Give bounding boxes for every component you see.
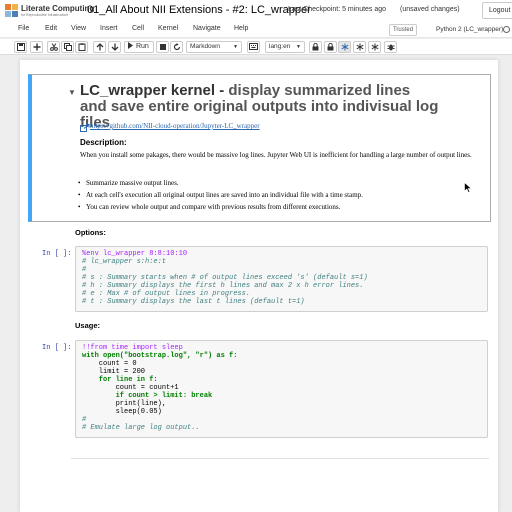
notebook-container: ▼ LC_wrapper kernel - display summarized…	[20, 60, 498, 512]
code-line: # e : Max # of output lines in progress.	[82, 290, 251, 298]
logo-name: Literate Computing	[21, 4, 95, 13]
lock-icon	[327, 43, 334, 51]
move-up-button[interactable]	[93, 41, 106, 53]
menu-insert[interactable]: Insert	[100, 25, 118, 32]
save-icon	[16, 43, 25, 51]
code-line: if count > limit: break	[82, 392, 213, 400]
insert-cell-button[interactable]	[30, 41, 43, 53]
save-button[interactable]	[14, 41, 27, 53]
collapse-triangle-icon[interactable]: ▼	[68, 88, 76, 97]
debug-button[interactable]	[384, 41, 397, 53]
bug-icon	[387, 44, 394, 51]
code-line: # t : Summary displays the last t lines …	[82, 298, 305, 306]
cell-type-value: Markdown	[190, 43, 220, 50]
input-prompt: In [ ]:	[42, 250, 72, 258]
code-line: print(line),	[82, 400, 167, 408]
copy-button[interactable]	[61, 41, 74, 53]
logout-button[interactable]: Logout	[482, 2, 512, 19]
freeze-icon	[356, 43, 363, 51]
title-main: LC_wrapper kernel -	[80, 82, 229, 99]
lock-button-2[interactable]	[324, 41, 337, 53]
move-down-button[interactable]	[108, 41, 121, 53]
code-line: #	[82, 416, 87, 424]
plus-icon	[33, 43, 40, 51]
code-line: with open("bootstrap.log", "r") as f:	[82, 352, 238, 360]
code-line: !!from time import sleep	[82, 344, 183, 352]
restart-icon	[173, 43, 180, 51]
lock-icon	[312, 43, 319, 51]
code-line: # Emulate large log output..	[82, 424, 200, 432]
freeze-button-2[interactable]	[353, 41, 366, 53]
menu-file[interactable]: File	[18, 25, 29, 32]
chevron-down-icon: ▼	[233, 44, 238, 50]
kernel-idle-icon	[503, 26, 510, 33]
bullet-item: You can review whole output and compare …	[78, 203, 340, 211]
copy-icon	[63, 43, 72, 51]
code-line: limit = 200	[82, 368, 146, 376]
github-link[interactable]: https://github.com/NII-cloud-operation/J…	[90, 122, 260, 130]
code-line: # h : Summary displays the first h lines…	[82, 282, 364, 290]
code-cell-input[interactable]: %env lc_wrapper 8:8:10:10 # lc_wrapper s…	[75, 246, 488, 312]
keyboard-icon	[249, 43, 258, 50]
code-line: count = 0	[82, 360, 137, 368]
bullet-item: At each cell's execution all original ou…	[78, 191, 363, 199]
usage-heading: Usage:	[75, 321, 101, 330]
stop-icon	[159, 44, 166, 50]
command-palette-button[interactable]	[247, 41, 260, 53]
cut-icon	[49, 43, 58, 51]
code-line: # lc_wrapper s:h:e:t	[82, 258, 167, 266]
mouse-cursor-icon	[464, 182, 472, 193]
logo-tagline: for Reproducible Infrastructure	[21, 13, 69, 17]
menu-cell[interactable]: Cell	[132, 25, 144, 32]
notebook-header: Literate Computing for Reproducible Infr…	[0, 0, 512, 22]
description-heading: Description:	[80, 138, 127, 147]
paste-button[interactable]	[75, 41, 88, 53]
menu-edit[interactable]: Edit	[45, 25, 57, 32]
cut-button[interactable]	[47, 41, 60, 53]
lang-select[interactable]: lang:en ▼	[265, 41, 305, 53]
code-line: for line in f:	[82, 376, 158, 384]
description-text: When you install some pakages, there wou…	[80, 151, 472, 159]
bullet-item: Summarize massive output lines.	[78, 179, 179, 187]
freeze-icon	[341, 43, 348, 51]
arrow-down-icon	[111, 43, 118, 51]
paste-icon	[78, 43, 85, 51]
lang-value: lang:en	[269, 43, 291, 50]
menu-navigate[interactable]: Navigate	[193, 25, 221, 32]
interrupt-button[interactable]	[156, 41, 169, 53]
arrow-up-icon	[96, 43, 103, 51]
logo[interactable]: Literate Computing for Reproducible Infr…	[4, 3, 94, 19]
run-button[interactable]: Run	[124, 41, 154, 53]
freeze-button-3[interactable]	[368, 41, 381, 53]
code-line: # s : Summary starts when # of output li…	[82, 274, 368, 282]
toolbar: Run Markdown ▼ lang:en ▼	[0, 39, 512, 55]
run-icon	[128, 42, 133, 49]
cell-type-select[interactable]: Markdown ▼	[186, 41, 242, 53]
kernel-name: Python 2 (LC_wrapper)	[436, 26, 504, 33]
options-heading: Options:	[75, 228, 106, 237]
code-line: #	[82, 266, 87, 274]
trusted-indicator[interactable]: Trusted	[389, 24, 417, 36]
menu-help[interactable]: Help	[234, 25, 248, 32]
cell-divider	[71, 458, 489, 459]
code-line: %env lc_wrapper 8:8:10:10	[82, 250, 188, 258]
notebook-name[interactable]: 01_All About NII Extensions - #2: LC_wra…	[87, 4, 311, 16]
lock-button[interactable]	[309, 41, 322, 53]
code-cell-input[interactable]: !!from time import sleep with open("boot…	[75, 340, 488, 438]
external-link-icon	[80, 124, 90, 132]
freeze-button[interactable]	[338, 41, 351, 53]
logo-mark-icon	[5, 4, 18, 17]
autosave-status: (unsaved changes)	[400, 6, 460, 13]
code-line: sleep(0.05)	[82, 408, 162, 416]
run-label: Run	[135, 43, 149, 50]
markdown-cell-selected[interactable]: ▼ LC_wrapper kernel - display summarized…	[28, 74, 491, 222]
code-line: count = count+1	[82, 384, 179, 392]
restart-button[interactable]	[170, 41, 183, 53]
freeze-icon	[371, 43, 378, 51]
input-prompt: In [ ]:	[42, 344, 72, 352]
chevron-down-icon: ▼	[296, 44, 301, 50]
checkpoint-status: Last Checkpoint: 5 minutes ago	[288, 6, 387, 13]
menu-kernel[interactable]: Kernel	[158, 25, 178, 32]
menu-view[interactable]: View	[71, 25, 86, 32]
